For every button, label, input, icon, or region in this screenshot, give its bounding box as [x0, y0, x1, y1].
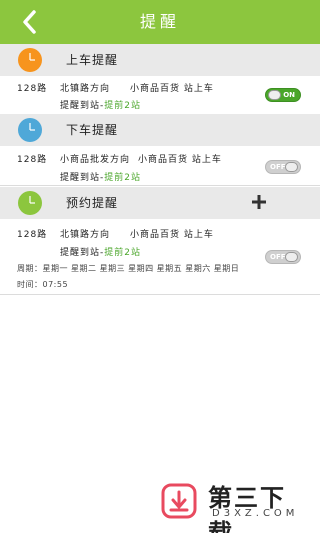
- add-reminder-button[interactable]: [250, 193, 268, 211]
- route-number: 128路: [17, 84, 48, 94]
- scheduled-toggle[interactable]: OFF: [265, 250, 301, 264]
- station-name: 小商品百货 站上车: [130, 84, 214, 94]
- section-alighting-reminder: 下车提醒: [0, 114, 320, 146]
- remind-value: 提前2站: [104, 173, 141, 183]
- remind-label: 提醒到站-提前2站: [60, 248, 141, 258]
- watermark-subtitle: D3XZ.COM: [212, 508, 299, 519]
- station-name: 小商品百货 站上车: [138, 155, 222, 165]
- toggle-label: OFF: [270, 253, 286, 261]
- toggle-knob: [268, 90, 281, 100]
- alighting-toggle[interactable]: OFF: [265, 160, 301, 174]
- reminder-time: 时间：07:55: [17, 280, 69, 289]
- remind-label: 提醒到站-提前2站: [60, 173, 141, 183]
- reminder-item-boarding[interactable]: 128路 北镇路方向 小商品百货 站上车 提醒到站-提前2站 ON: [0, 76, 320, 118]
- section-scheduled-reminder: 预约提醒: [0, 187, 320, 219]
- section-title: 预约提醒: [66, 196, 119, 210]
- toggle-label: OFF: [270, 163, 286, 171]
- toggle-knob: [285, 252, 298, 262]
- remind-value: 提前2站: [104, 248, 141, 258]
- section-title: 下车提醒: [66, 123, 119, 137]
- station-name: 小商品百货 站上车: [130, 230, 214, 240]
- route-direction: 北镇路方向: [60, 230, 111, 240]
- remind-value: 提前2站: [104, 101, 141, 111]
- route-direction: 北镇路方向: [60, 84, 111, 94]
- route-number: 128路: [17, 155, 48, 165]
- alarm-clock-icon: [17, 117, 43, 143]
- alarm-clock-icon: [17, 47, 43, 73]
- watermark-title: 第三下载: [208, 484, 286, 533]
- remind-label: 提醒到站-提前2站: [60, 101, 141, 111]
- route-number: 128路: [17, 230, 48, 240]
- page-title: 提醒: [139, 12, 180, 31]
- section-boarding-reminder: 上车提醒: [0, 44, 320, 76]
- header-bar: 提醒: [0, 0, 320, 44]
- watermark: 第三下载 D3XZ.COM: [160, 478, 310, 533]
- route-direction: 小商品批发方向: [60, 155, 131, 165]
- toggle-knob: [285, 162, 298, 172]
- week-schedule: 周期：星期一 星期二 星期三 星期四 星期五 星期六 星期日: [17, 264, 240, 273]
- download-logo-icon: [160, 482, 198, 520]
- plus-icon: [252, 195, 266, 209]
- alarm-clock-icon: [17, 190, 43, 216]
- reminder-item-scheduled[interactable]: 128路 北镇路方向 小商品百货 站上车 提醒到站-提前2站 周期：星期一 星期…: [0, 219, 320, 295]
- toggle-label: ON: [283, 91, 295, 99]
- section-title: 上车提醒: [66, 53, 119, 67]
- reminder-item-alighting[interactable]: 128路 小商品批发方向 小商品百货 站上车 提醒到站-提前2站 OFF: [0, 146, 320, 186]
- boarding-toggle[interactable]: ON: [265, 88, 301, 102]
